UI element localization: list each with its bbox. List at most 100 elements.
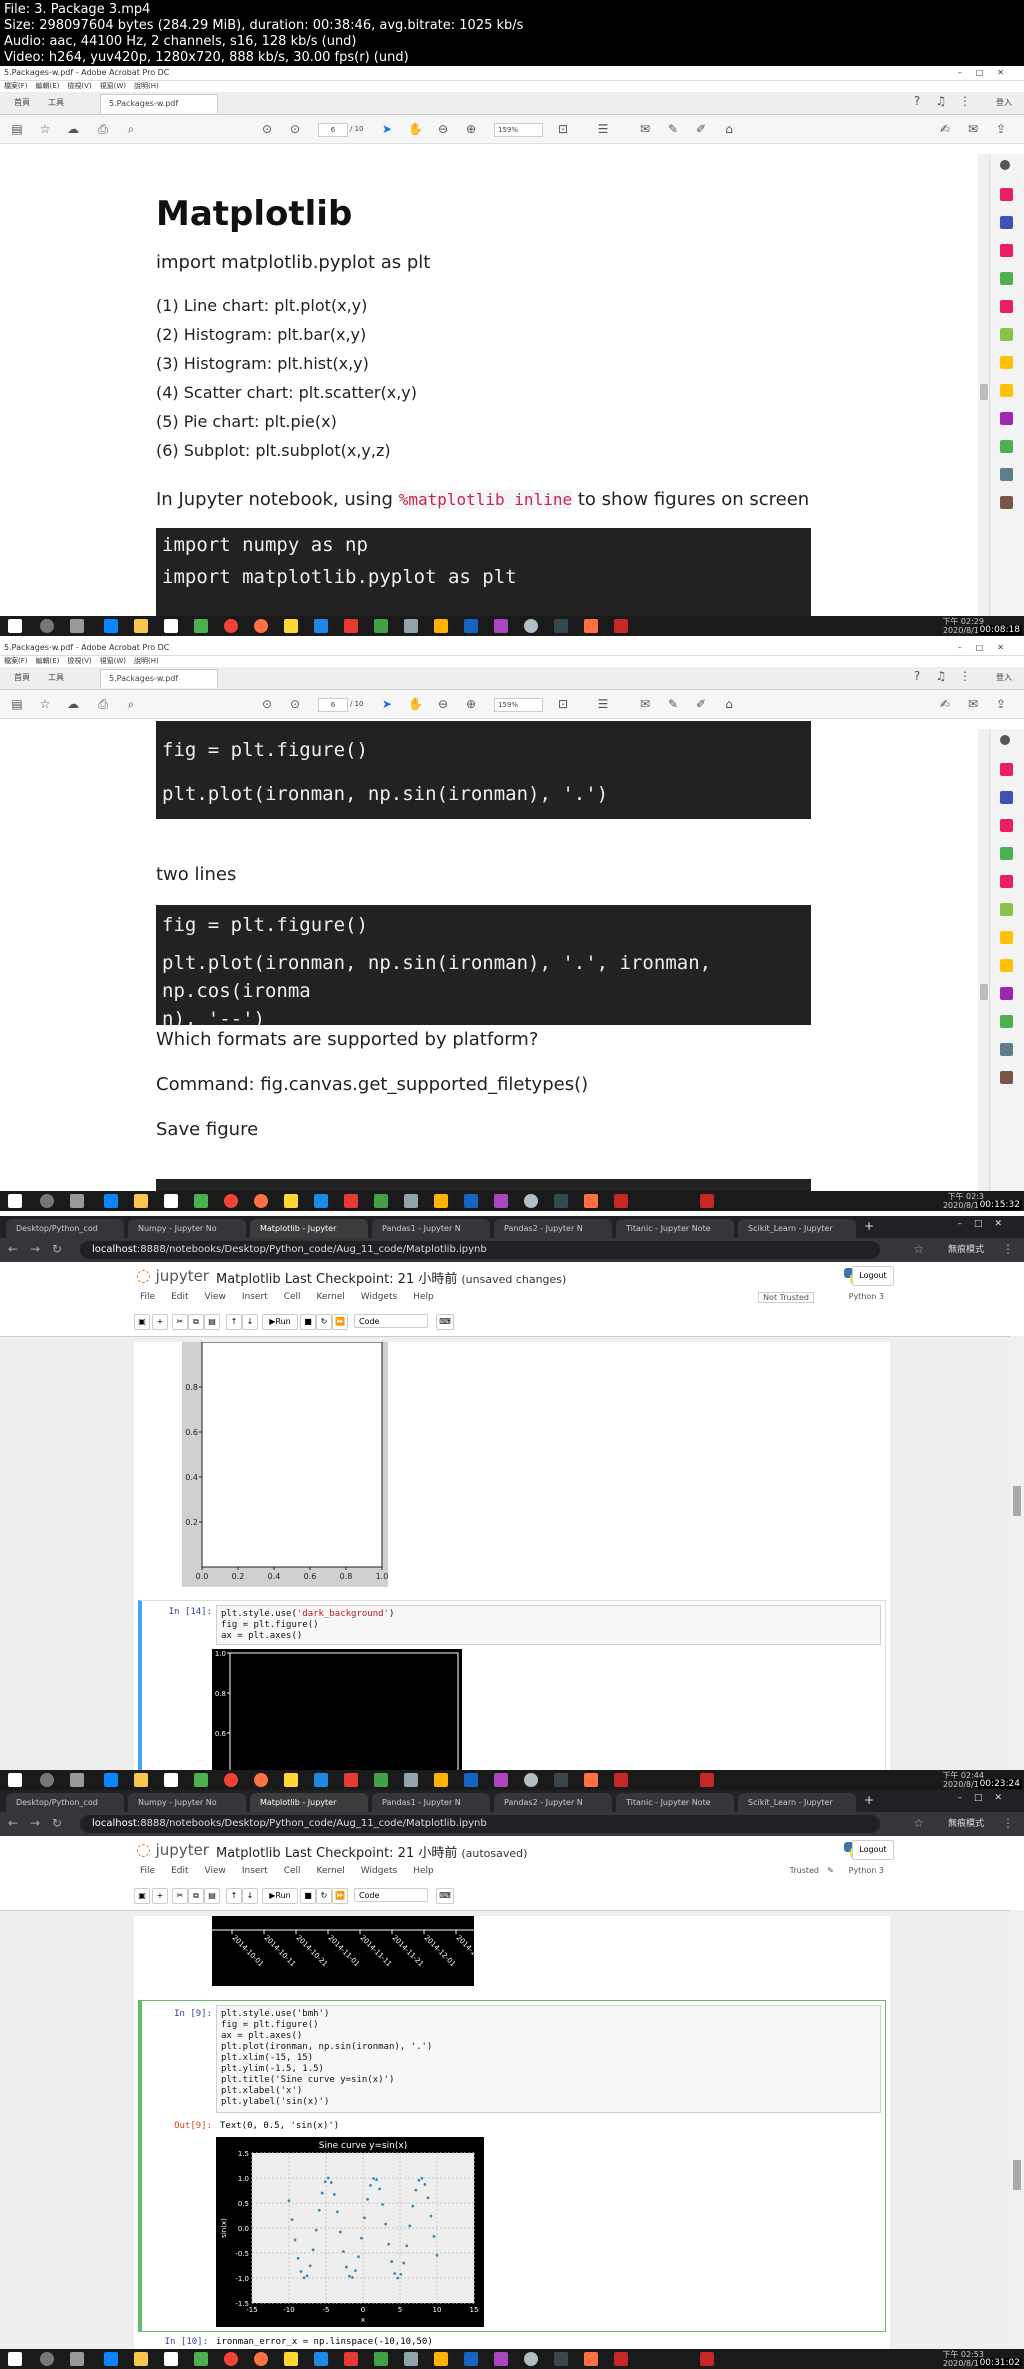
pen-icon[interactable]: ✎ (666, 697, 680, 711)
menu-cell[interactable]: Cell (284, 1292, 301, 1302)
fill-sign-icon[interactable] (1000, 959, 1013, 972)
comment-icon[interactable] (1000, 356, 1013, 369)
pen-icon[interactable]: ✎ (666, 122, 680, 136)
window-controls[interactable]: –□✕ (958, 641, 1018, 655)
print-production-icon[interactable] (1000, 1015, 1013, 1028)
cell-type-select[interactable]: Code (354, 1314, 428, 1328)
acrobat-icon[interactable] (700, 2352, 714, 2366)
notebook-title[interactable]: Matplotlib Last Checkpoint: 21 小時前 (autos… (216, 1842, 527, 1861)
page-scrollbar[interactable] (1010, 1336, 1024, 1770)
scroll-mode-icon[interactable]: ☰ (596, 697, 610, 711)
app-icon[interactable] (464, 1194, 478, 1208)
address-bar[interactable]: localhost:8888/notebooks/Desktop/Python_… (80, 1241, 880, 1259)
more-tools-icon[interactable] (1000, 1071, 1013, 1084)
add-cell-icon[interactable]: + (152, 1314, 168, 1330)
bell-icon[interactable]: ♫ (934, 669, 948, 683)
app-icon[interactable] (584, 1773, 598, 1787)
hand-icon[interactable]: ✋ (408, 697, 423, 711)
zoom-in-icon[interactable]: ⊕ (464, 122, 478, 136)
app-icon[interactable] (494, 2352, 508, 2366)
cut-icon[interactable]: ✂ (172, 1314, 188, 1330)
paste-icon[interactable]: ▤ (204, 1314, 220, 1330)
share-icon[interactable]: ⇪ (994, 122, 1008, 136)
menu-widgets[interactable]: Widgets (361, 1866, 397, 1876)
back-icon[interactable]: ← (8, 1816, 18, 1830)
page-down-icon[interactable]: ⊙ (288, 697, 302, 711)
store-icon[interactable] (164, 619, 178, 633)
print-icon[interactable]: ⎙ (96, 122, 110, 136)
line-icon[interactable] (194, 1773, 208, 1787)
zoom-out-icon[interactable]: ⊖ (436, 697, 450, 711)
menu-file[interactable]: 檔案(F) (4, 82, 28, 90)
menu-file[interactable]: File (140, 1292, 155, 1302)
sign-icon[interactable]: ✍ (938, 122, 952, 136)
acrobat-icon[interactable] (614, 1194, 628, 1208)
notes-icon[interactable] (284, 1773, 298, 1787)
upload-icon[interactable]: ☁ (66, 697, 80, 711)
trusted-indicator[interactable]: Trusted (790, 1866, 819, 1875)
app-icon[interactable] (554, 1194, 568, 1208)
upload-icon[interactable]: ☁ (66, 122, 80, 136)
save-icon[interactable]: ▣ (134, 1314, 150, 1330)
word-icon[interactable] (314, 1773, 328, 1787)
scan-icon[interactable] (1000, 328, 1013, 341)
edge-icon[interactable] (104, 619, 118, 633)
fast-forward-icon[interactable]: ⏩ (332, 1888, 348, 1904)
folder-icon[interactable] (134, 619, 148, 633)
tab-home[interactable]: 首頁 (6, 94, 38, 112)
zoom-select[interactable]: 159% (494, 698, 543, 712)
stop-icon[interactable]: ■ (300, 1314, 316, 1330)
run-button[interactable]: ▶Run (262, 1888, 298, 1904)
zoom-search-icon[interactable]: ⌕ (124, 697, 138, 711)
notes-icon[interactable] (284, 2352, 298, 2366)
browser-tab[interactable]: Titanic - Jupyter Note (616, 1219, 734, 1238)
excel-icon[interactable] (374, 1194, 388, 1208)
highlight-icon[interactable]: ✐ (694, 697, 708, 711)
sign-icon[interactable]: ✍ (938, 697, 952, 711)
menu-edit[interactable]: Edit (171, 1292, 188, 1302)
page-number-input[interactable]: 6 (318, 123, 348, 137)
menu-view[interactable]: 檢視(V) (67, 82, 91, 90)
folder-icon[interactable] (134, 2352, 148, 2366)
cell-code-input[interactable]: plt.style.use('dark_background') fig = p… (216, 1605, 881, 1645)
menu-kernel[interactable]: Kernel (317, 1866, 345, 1876)
jupyter-logo[interactable]: ◌ jupyter (136, 1266, 209, 1286)
store-icon[interactable] (164, 1773, 178, 1787)
jupyter-logo[interactable]: ◌ jupyter (136, 1840, 209, 1860)
menu-edit[interactable]: 編輯(E) (36, 82, 60, 90)
star-icon[interactable]: ☆ (38, 122, 52, 136)
search-icon[interactable] (40, 2352, 54, 2366)
app-icon[interactable] (554, 1773, 568, 1787)
menu-window[interactable]: 視窗(W) (100, 657, 126, 665)
pencil-icon[interactable]: ✎ (827, 1866, 834, 1875)
back-icon[interactable]: ← (8, 1242, 18, 1256)
acrobat-icon[interactable] (614, 619, 628, 633)
scroll-mode-icon[interactable]: ☰ (596, 122, 610, 136)
cell-code-input[interactable]: plt.style.use('bmh') fig = plt.figure() ax… (216, 2005, 881, 2113)
keyboard-icon[interactable]: ⌨ (436, 1314, 454, 1330)
combine-icon[interactable] (1000, 791, 1013, 804)
menu-file[interactable]: 檔案(F) (4, 657, 28, 665)
shield-icon[interactable] (1000, 468, 1013, 481)
copy-icon[interactable]: ⧉ (188, 1888, 204, 1904)
menu-kernel[interactable]: Kernel (317, 1292, 345, 1302)
line-icon[interactable] (194, 619, 208, 633)
browser-tab[interactable]: Pandas1 - Jupyter N (372, 1219, 490, 1238)
app-icon[interactable] (524, 2352, 538, 2366)
powerpoint-icon[interactable] (344, 1773, 358, 1787)
start-icon[interactable] (8, 2352, 22, 2366)
apps-icon[interactable]: ⋮ (958, 669, 972, 683)
zoom-icon[interactable] (1000, 160, 1010, 170)
edit-pdf-icon[interactable] (1000, 875, 1013, 888)
paste-icon[interactable]: ▤ (204, 1888, 220, 1904)
new-tab-icon[interactable]: + (864, 1793, 874, 1807)
star-icon[interactable]: ☆ (38, 697, 52, 711)
menu-window[interactable]: 視窗(W) (100, 82, 126, 90)
logout-button[interactable]: Logout (852, 1840, 894, 1860)
copy-icon[interactable]: ⧉ (188, 1314, 204, 1330)
firefox-icon[interactable] (254, 619, 268, 633)
acrobat-icon[interactable] (614, 2352, 628, 2366)
edge-icon[interactable] (104, 1773, 118, 1787)
browser-tab[interactable]: Numpy - Jupyter No (128, 1793, 246, 1812)
taskview-icon[interactable] (70, 2352, 84, 2366)
